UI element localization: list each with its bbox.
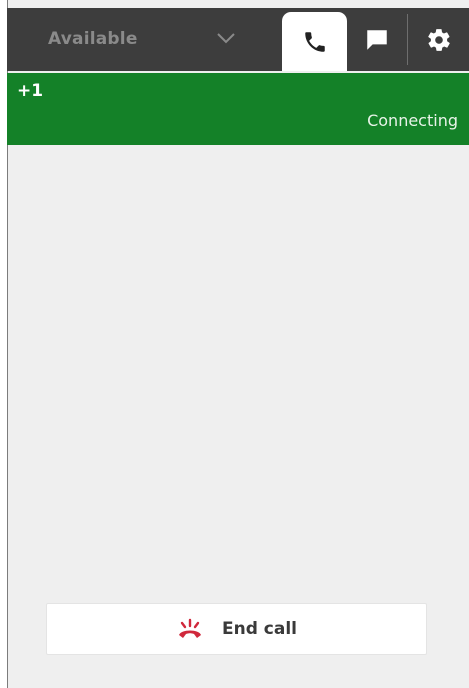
end-call-label: End call <box>221 619 297 639</box>
end-call-button[interactable]: End call <box>46 603 427 655</box>
contact-control-panel: Available +1 Connecting End call <box>0 0 469 688</box>
hang-up-icon <box>178 618 201 638</box>
phone-icon <box>304 31 325 52</box>
chevron-down-icon <box>217 33 235 44</box>
tab-phone[interactable] <box>282 12 347 71</box>
phone-number-redacted <box>43 79 197 101</box>
gear-icon <box>428 28 450 51</box>
left-margin <box>0 0 7 688</box>
tab-settings[interactable] <box>409 8 469 71</box>
tab-chat[interactable] <box>349 8 405 71</box>
tab-divider <box>407 14 408 65</box>
phone-country-code: +1 <box>17 81 44 101</box>
call-status-text: Connecting <box>367 111 458 130</box>
agent-status-dropdown[interactable]: Available <box>7 8 279 71</box>
top-bar: Available <box>7 8 469 71</box>
agent-status-label: Available <box>48 29 138 49</box>
call-status-banner: +1 Connecting <box>7 73 469 145</box>
chat-icon <box>367 29 387 50</box>
